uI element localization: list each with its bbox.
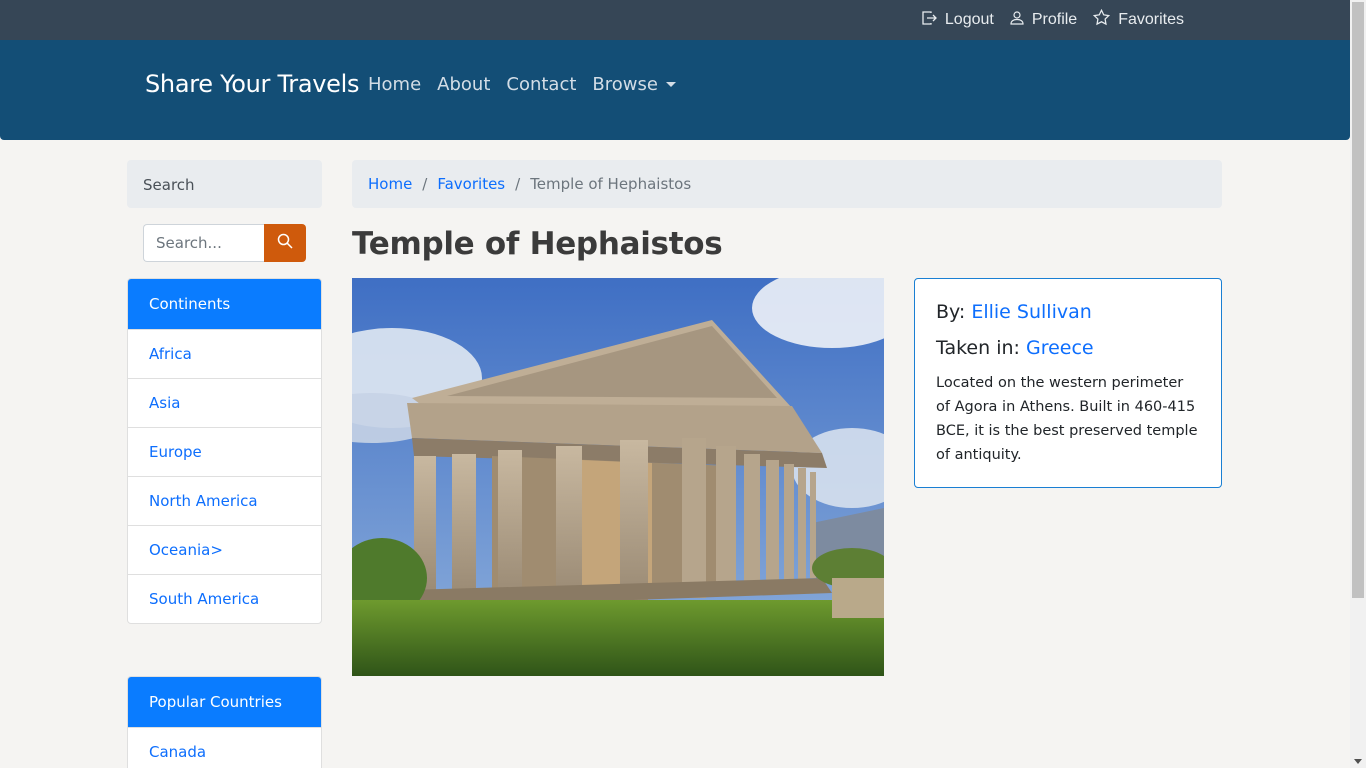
- breadcrumb-current: Temple of Hephaistos: [530, 175, 692, 193]
- breadcrumb-home[interactable]: Home: [368, 175, 412, 193]
- nav-contact[interactable]: Contact: [506, 74, 576, 95]
- search-box: Search...: [143, 224, 306, 262]
- continent-south-america[interactable]: South America: [128, 574, 321, 623]
- brand-title[interactable]: Share Your Travels: [145, 70, 360, 98]
- search-input[interactable]: Search...: [143, 224, 264, 262]
- nav-about[interactable]: About: [437, 74, 490, 95]
- breadcrumb-favorites[interactable]: Favorites: [437, 175, 505, 193]
- continent-asia[interactable]: Asia: [128, 378, 321, 427]
- chevron-down-icon: [665, 82, 676, 87]
- search-button[interactable]: [264, 224, 306, 262]
- nav-browse-label: Browse: [592, 74, 658, 95]
- continents-list: Continents Africa Asia Europe North Amer…: [127, 278, 322, 624]
- breadcrumb: Home / Favorites / Temple of Hephaistos: [352, 160, 1222, 208]
- breadcrumb-separator: /: [515, 175, 521, 193]
- search-icon: [277, 233, 293, 253]
- top-bar: Logout Profile Favorites: [0, 0, 1350, 40]
- photo-author-line: By: Ellie Sullivan: [936, 299, 1200, 325]
- logout-label: Logout: [944, 11, 994, 28]
- popular-countries-list: Popular Countries Canada: [127, 676, 322, 768]
- search-header: Search: [127, 160, 322, 208]
- popular-countries-header: Popular Countries: [128, 677, 321, 727]
- sidebar: Search Search... Continents Africa Asia …: [127, 160, 322, 768]
- country-link[interactable]: Greece: [1026, 337, 1094, 359]
- scrollbar-thumb[interactable]: [1352, 2, 1364, 598]
- page-title: Temple of Hephaistos: [352, 226, 723, 262]
- page-scrollbar[interactable]: [1350, 0, 1366, 768]
- country-canada[interactable]: Canada: [128, 727, 321, 768]
- photo-info-card: By: Ellie Sullivan Taken in: Greece Loca…: [914, 278, 1222, 488]
- continents-header: Continents: [128, 279, 321, 329]
- continent-europe[interactable]: Europe: [128, 427, 321, 476]
- continent-africa[interactable]: Africa: [128, 329, 321, 378]
- continent-oceania[interactable]: Oceania>: [128, 525, 321, 574]
- temple-photo: [352, 278, 884, 676]
- logout-link[interactable]: Logout: [921, 10, 994, 31]
- star-icon: [1093, 8, 1118, 31]
- breadcrumb-separator: /: [422, 175, 428, 193]
- photo-location-line: Taken in: Greece: [936, 335, 1200, 361]
- main-navbar: Share Your Travels Home About Contact Br…: [0, 40, 1350, 140]
- top-links: Logout Profile Favorites: [905, 0, 1184, 40]
- nav-browse-dropdown[interactable]: Browse: [592, 74, 676, 95]
- scroll-down-arrow-icon[interactable]: [1354, 759, 1362, 764]
- user-icon: [1010, 10, 1032, 30]
- photo-description: Located on the western perimeter of Agor…: [936, 375, 1198, 463]
- main-content: Home / Favorites / Temple of Hephaistos …: [352, 160, 1222, 676]
- continent-north-america[interactable]: North America: [128, 476, 321, 525]
- taken-in-label: Taken in:: [936, 337, 1026, 359]
- favorites-link[interactable]: Favorites: [1093, 8, 1184, 31]
- nav-links: Home About Contact Browse: [368, 74, 692, 95]
- profile-label: Profile: [1031, 11, 1078, 28]
- profile-link[interactable]: Profile: [1010, 10, 1078, 30]
- by-label: By:: [936, 301, 972, 323]
- nav-home[interactable]: Home: [368, 74, 421, 95]
- favorites-label: Favorites: [1118, 11, 1184, 28]
- logout-icon: [921, 10, 945, 31]
- author-link[interactable]: Ellie Sullivan: [971, 301, 1091, 323]
